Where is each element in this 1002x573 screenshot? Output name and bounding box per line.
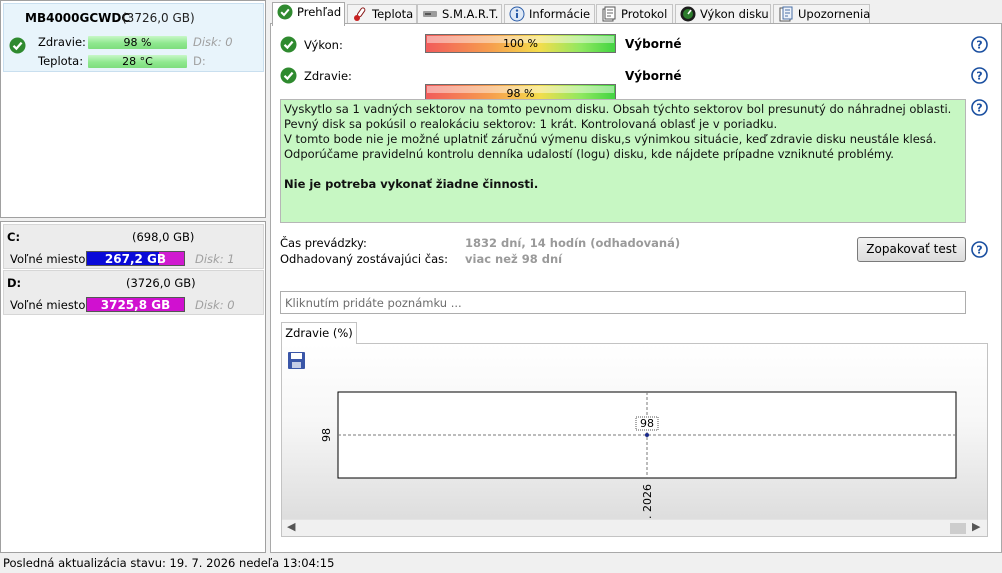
tab-overview[interactable]: Prehľad bbox=[272, 2, 345, 26]
temperature-bar: 28 °C bbox=[88, 55, 187, 68]
free-space-bar: 3725,8 GB bbox=[86, 297, 185, 312]
scroll-right-arrow-icon[interactable]: ▶ bbox=[972, 520, 980, 533]
y-tick-label: 98 bbox=[320, 428, 333, 442]
free-space-label: Voľné miesto bbox=[10, 298, 86, 312]
scroll-thumb[interactable] bbox=[950, 523, 966, 534]
status-bar: Posledná aktualizácia stavu: 19. 7. 2026… bbox=[0, 553, 1002, 572]
gauge-icon bbox=[680, 6, 696, 22]
tab-label: Teplota bbox=[372, 7, 414, 21]
help-icon[interactable]: ? bbox=[971, 67, 988, 84]
retest-button[interactable]: Zopakovať test bbox=[857, 237, 966, 262]
health-chart-panel: 98 19. 7. 2026 98 ◀ ▶ bbox=[281, 343, 988, 537]
health-label: Zdravie: bbox=[304, 69, 352, 83]
partition-disk-index: Disk: 1 bbox=[195, 252, 235, 266]
status-message-box: Vyskytlo sa 1 vadných sektorov na tomto … bbox=[280, 99, 966, 223]
data-label: 98 bbox=[640, 417, 654, 430]
performance-label: Výkon: bbox=[304, 38, 343, 52]
message-line: Odporúčame pravidelnú kontrolu denníka u… bbox=[284, 147, 894, 161]
thermometer-icon bbox=[354, 7, 366, 21]
check-icon bbox=[280, 36, 297, 53]
remaining-value: viac než 98 dní bbox=[465, 252, 563, 266]
partition-size: (698,0 GB) bbox=[132, 230, 195, 244]
svg-text:?: ? bbox=[976, 102, 982, 115]
partition-card-d[interactable]: D: (3726,0 GB) Voľné miesto 3725,8 GB Di… bbox=[3, 270, 264, 315]
temperature-label: Teplota: bbox=[38, 54, 84, 68]
free-space-bar: 267,2 GB bbox=[86, 251, 185, 266]
health-chart: 98 19. 7. 2026 98 bbox=[320, 391, 957, 520]
help-icon[interactable]: ? bbox=[971, 241, 988, 258]
message-action: Nie je potreba vykonať žiadne činnosti. bbox=[284, 177, 539, 191]
disk-size: (3726,0 GB) bbox=[122, 11, 195, 25]
drive-letters: D: bbox=[193, 54, 206, 68]
runtime-label: Čas prevádzky: bbox=[280, 236, 367, 250]
disk-list-panel: MB4000GCWDC (3726,0 GB) Zdravie: 98 % Di… bbox=[0, 0, 266, 218]
tab-label: Prehľad bbox=[297, 5, 342, 19]
help-icon[interactable]: ? bbox=[971, 36, 988, 53]
partition-list-panel: C: (698,0 GB) Voľné miesto 267,2 GB Disk… bbox=[0, 221, 266, 553]
scroll-left-arrow-icon[interactable]: ◀ bbox=[287, 520, 295, 533]
tab-label: Informácie bbox=[529, 7, 591, 21]
check-icon bbox=[280, 67, 297, 84]
message-line: V tomto bode nie je možné uplatniť záruč… bbox=[284, 132, 937, 146]
check-icon bbox=[277, 4, 293, 20]
runtime-value: 1832 dní, 14 hodín (odhadovaná) bbox=[465, 236, 681, 250]
tab-alerts[interactable]: Upozornenia bbox=[773, 4, 870, 25]
disk-index: Disk: 0 bbox=[193, 35, 233, 49]
remaining-label: Odhadovaný zostávajúci čas: bbox=[280, 252, 448, 266]
partition-letter: D: bbox=[7, 276, 22, 290]
log-icon bbox=[602, 6, 616, 22]
performance-value: 100 % bbox=[503, 37, 538, 50]
help-icon[interactable]: ? bbox=[971, 99, 988, 116]
tab-information[interactable]: Informácie bbox=[504, 4, 595, 25]
tab-disk-performance[interactable]: Výkon disku bbox=[675, 4, 771, 25]
health-bar: 98 % bbox=[88, 36, 187, 49]
overview-panel: Výkon: 100 % Výborné ? Zdravie: 98 % Výb… bbox=[270, 23, 1002, 553]
check-icon bbox=[9, 37, 26, 54]
note-input[interactable] bbox=[280, 291, 966, 314]
tab-temperature[interactable]: Teplota bbox=[347, 4, 417, 25]
partition-letter: C: bbox=[7, 230, 21, 244]
disk-card[interactable]: MB4000GCWDC (3726,0 GB) Zdravie: 98 % Di… bbox=[3, 3, 264, 72]
partition-card-c[interactable]: C: (698,0 GB) Voľné miesto 267,2 GB Disk… bbox=[3, 224, 264, 269]
message-line: Vyskytlo sa 1 vadných sektorov na tomto … bbox=[284, 102, 952, 116]
performance-verdict: Výborné bbox=[625, 37, 682, 51]
tab-label: Výkon disku bbox=[700, 7, 769, 21]
health-label: Zdravie: bbox=[38, 35, 86, 49]
disk-name: MB4000GCWDC bbox=[25, 11, 131, 25]
info-icon bbox=[509, 6, 525, 22]
smart-icon bbox=[423, 11, 437, 17]
tab-label: Protokol bbox=[621, 7, 668, 21]
svg-text:?: ? bbox=[976, 244, 982, 257]
tab-label: Upozornenia bbox=[798, 7, 871, 21]
horizontal-scrollbar[interactable]: ◀ ▶ bbox=[282, 519, 987, 536]
data-point bbox=[645, 433, 649, 437]
free-space-label: Voľné miesto bbox=[10, 252, 86, 266]
svg-text:?: ? bbox=[976, 39, 982, 52]
health-verdict: Výborné bbox=[625, 69, 682, 83]
message-line: Pevný disk sa pokúsil o realokáciu sekto… bbox=[284, 117, 778, 131]
partition-disk-index: Disk: 0 bbox=[195, 298, 235, 312]
performance-bar: 100 % bbox=[425, 34, 616, 53]
alerts-icon bbox=[779, 6, 793, 22]
tab-health-chart[interactable]: Zdravie (%) bbox=[281, 322, 357, 344]
x-tick-label: 19. 7. 2026 bbox=[641, 484, 654, 520]
tab-log[interactable]: Protokol bbox=[596, 4, 673, 25]
tab-smart[interactable]: S.M.A.R.T. bbox=[417, 4, 502, 25]
tab-label: S.M.A.R.T. bbox=[442, 7, 499, 21]
svg-text:?: ? bbox=[976, 70, 982, 83]
partition-size: (3726,0 GB) bbox=[126, 276, 196, 290]
